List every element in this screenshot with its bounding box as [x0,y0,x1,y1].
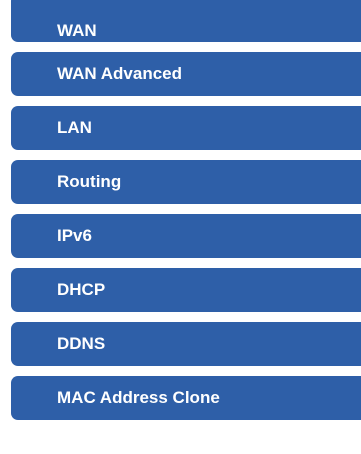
menu-item-mac-address-clone[interactable]: MAC Address Clone [11,376,361,420]
menu-item-wan-advanced[interactable]: WAN Advanced [11,52,361,96]
menu-item-lan[interactable]: LAN [11,106,361,150]
menu-item-routing[interactable]: Routing [11,160,361,204]
menu-item-wan[interactable]: WAN [11,0,361,42]
network-sidebar-menu: WAN WAN Advanced LAN Routing IPv6 DHCP D… [11,0,361,430]
menu-item-ipv6[interactable]: IPv6 [11,214,361,258]
menu-item-ddns[interactable]: DDNS [11,322,361,366]
menu-item-dhcp[interactable]: DHCP [11,268,361,312]
